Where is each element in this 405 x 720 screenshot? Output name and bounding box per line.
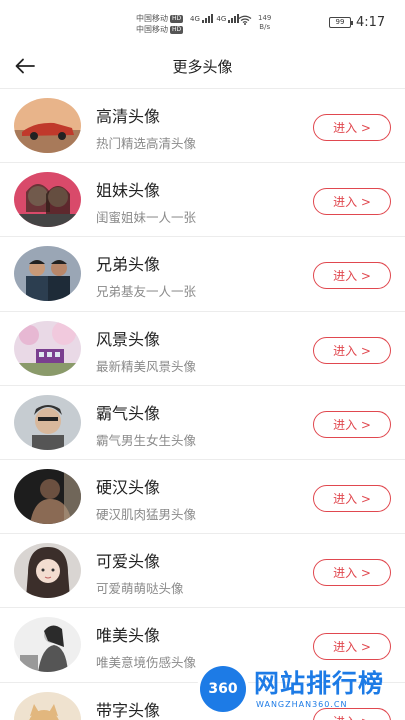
- list-item-brothers[interactable]: 兄弟头像 兄弟基友一人一张 进入 >: [0, 236, 405, 310]
- item-title: 风景头像: [96, 329, 161, 349]
- item-title: 高清头像: [96, 107, 161, 126]
- category-list: 高清头像 热门精选高清头像 进入 > 姐妹头像 闺蜜姐妹一人一张 进入 > 兄弟…: [0, 88, 405, 720]
- avatar-cute-image: [14, 543, 81, 599]
- item-title: 带字头像: [96, 700, 161, 720]
- wifi-icon: [238, 15, 252, 25]
- enter-button[interactable]: 进入 >: [313, 559, 391, 587]
- status-bar: 中国移动 HD 中国移动 HD 4G 4G 149 B/s 99 4:17: [0, 0, 405, 44]
- list-item-hd[interactable]: 高清头像 热门精选高清头像 进入 >: [0, 88, 405, 162]
- network-type-2: 4G: [216, 15, 227, 23]
- clock: 4:17: [356, 15, 386, 30]
- item-subtitle: 霸气男生女生头像: [96, 432, 197, 448]
- avatar-sisters-image: [14, 172, 81, 228]
- list-item-domineering[interactable]: 霸气头像 霸气男生女生头像 进入 >: [0, 384, 405, 459]
- item-subtitle: 兄弟基友一人一张: [96, 284, 197, 300]
- enter-button[interactable]: 进入 >: [313, 188, 391, 216]
- enter-button[interactable]: 进入 >: [313, 336, 391, 364]
- network-speed: 149 B/s: [258, 14, 271, 32]
- item-subtitle: 可爱萌萌哒头像: [96, 581, 184, 597]
- watermark-title: 网站排行榜: [254, 669, 385, 698]
- item-title: 唯美头像: [96, 626, 161, 646]
- enter-button[interactable]: 进入 >: [313, 484, 391, 512]
- enter-button[interactable]: 进入 >: [313, 114, 391, 141]
- network-type-1: 4G: [190, 15, 200, 23]
- list-item-sisters[interactable]: 姐妹头像 闺蜜姐妹一人一张 进入 >: [0, 162, 405, 236]
- carrier-2: 中国移动: [136, 25, 168, 34]
- header: 更多头像: [0, 44, 405, 88]
- list-item-cute[interactable]: 可爱头像 可爱萌萌哒头像 进入 >: [0, 533, 405, 607]
- item-title: 可爱头像: [96, 552, 161, 572]
- watermark-badge: 360: [200, 666, 246, 712]
- list-item-scenery[interactable]: 风景头像 最新精美风景头像 进入 >: [0, 310, 405, 385]
- item-subtitle: 硬汉肌肉猛男头像: [96, 506, 197, 522]
- list-item-tough-guy[interactable]: 硬汉头像 硬汉肌肉猛男头像 进入 >: [0, 458, 405, 533]
- item-title: 兄弟头像: [96, 255, 161, 275]
- enter-button[interactable]: 进入 >: [313, 410, 391, 438]
- page-title: 更多头像: [172, 58, 233, 76]
- item-title: 霸气头像: [96, 403, 161, 423]
- avatar-tough-guy-image: [14, 468, 81, 524]
- avatar-scenery-image: [14, 320, 81, 376]
- avatar-brothers-image: [14, 246, 81, 302]
- watermark-subtitle: WANGZHAN360.CN: [256, 700, 348, 709]
- enter-button[interactable]: 进入 >: [313, 262, 391, 290]
- item-title: 硬汉头像: [96, 477, 161, 497]
- carrier-info: 中国移动 HD 中国移动 HD: [136, 13, 184, 35]
- hd-badge: HD: [170, 14, 184, 23]
- avatar-aesthetic-image: [14, 617, 81, 673]
- watermark-logo: 360 网站排行榜 WANGZHAN360.CN: [196, 660, 405, 720]
- avatar-car-image: [14, 98, 81, 153]
- avatar-domineering-image: [14, 394, 81, 450]
- item-subtitle: 热门精选高清头像: [96, 136, 197, 151]
- item-subtitle: 最新精美风景头像: [96, 358, 197, 374]
- signal-bars-icon: [202, 14, 214, 23]
- signal-indicators: 4G 4G: [190, 14, 240, 23]
- carrier-1: 中国移动: [136, 14, 168, 23]
- item-subtitle: 唯美意境伤感头像: [96, 655, 197, 671]
- battery-icon: 99: [329, 17, 353, 28]
- item-title: 姐妹头像: [96, 181, 161, 201]
- hd-badge: HD: [170, 25, 184, 34]
- item-subtitle: 闺蜜姐妹一人一张: [96, 210, 197, 226]
- enter-button[interactable]: 进入 >: [313, 633, 391, 661]
- speed-unit: B/s: [259, 23, 271, 31]
- speed-value: 149: [258, 14, 272, 22]
- avatar-text-image: [14, 691, 81, 720]
